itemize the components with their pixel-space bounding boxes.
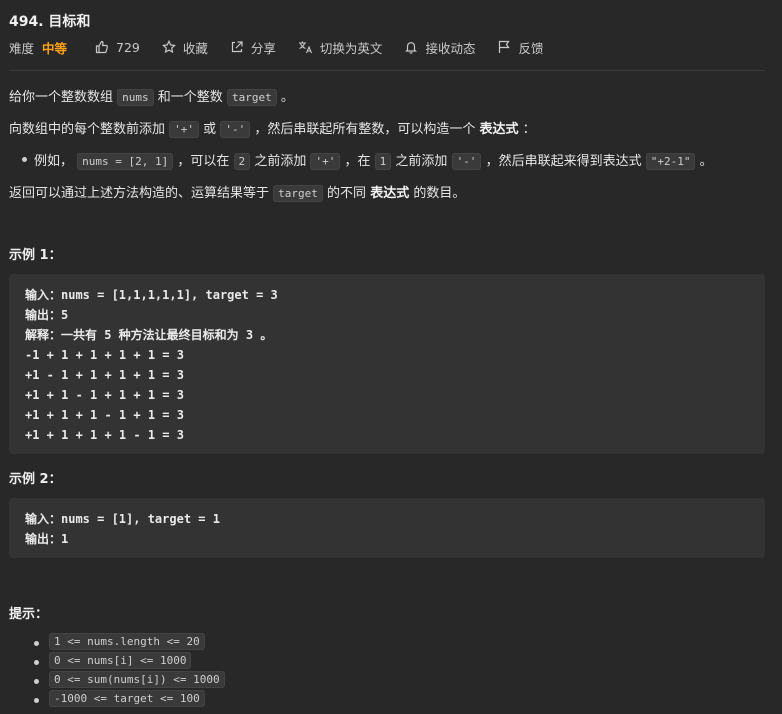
description-paragraph-2: 向数组中的每个整数前添加 '+' 或 '-' ，然后串联起所有整数，可以构造一个… <box>9 118 536 138</box>
notify-label: 接收动态 <box>425 40 476 56</box>
text: 之前添加 <box>254 154 307 169</box>
hint-item: -1000 <= target <= 100 <box>34 690 205 707</box>
switch-language-button[interactable]: 切换为英文 <box>298 38 383 57</box>
code-line: -1 + 1 + 1 + 1 + 1 = 3 <box>25 348 184 362</box>
example-2-heading: 示例 2： <box>9 472 62 487</box>
hint-code: 0 <= sum(nums[i]) <= 1000 <box>49 671 225 688</box>
share-icon <box>230 40 244 54</box>
text: ： <box>522 122 536 137</box>
notify-button[interactable]: 接收动态 <box>404 38 475 57</box>
code-line: +1 - 1 + 1 + 1 + 1 = 3 <box>25 368 184 382</box>
example-2-codeblock: 输入：nums = [1], target = 1 输出：1 <box>9 498 765 558</box>
bold-text: 表达式 <box>370 186 410 201</box>
code-line: 输入：nums = [1,1,1,1,1], target = 3 <box>25 288 278 302</box>
text: 向数组中的每个整数前添加 <box>9 122 166 137</box>
feedback-button[interactable]: 反馈 <box>497 38 543 57</box>
hint-code: -1000 <= target <= 100 <box>49 690 205 707</box>
example-1-codeblock: 输入：nums = [1,1,1,1,1], target = 3 输出：5 解… <box>9 274 765 454</box>
inline-code-minus: '-' <box>220 121 251 138</box>
text: ，然后串联起来得到表达式 <box>485 154 642 169</box>
inline-code-plus: '+' <box>169 121 200 138</box>
code-line: 解释：一共有 5 种方法让最终目标和为 3 。 <box>25 328 273 342</box>
inline-code: "+2-1" <box>645 153 696 170</box>
inline-code-nums: nums <box>117 89 154 106</box>
code-line: 输出：5 <box>25 308 69 322</box>
text: 和一个整数 <box>157 90 223 105</box>
inline-code-target: target <box>226 89 277 106</box>
inline-code: '+' <box>310 153 341 170</box>
bell-icon <box>404 40 418 54</box>
flag-icon <box>497 40 511 54</box>
inline-code-target: target <box>273 185 323 202</box>
code-line: +1 + 1 + 1 - 1 + 1 = 3 <box>25 408 184 422</box>
hint-item: 1 <= nums.length <= 20 <box>34 633 205 650</box>
text: ，在 <box>344 154 371 169</box>
star-icon <box>161 40 176 54</box>
share-label: 分享 <box>250 40 276 56</box>
hint-item: 0 <= nums[i] <= 1000 <box>33 652 192 669</box>
feedback-label: 反馈 <box>518 40 544 56</box>
code-line: 输入：nums = [1], target = 1 <box>25 512 220 526</box>
text: 之前添加 <box>395 154 448 169</box>
inline-code: 2 <box>233 153 251 170</box>
favorite-button[interactable]: 收藏 <box>161 38 208 57</box>
hints-heading: 提示： <box>9 607 49 622</box>
text: 或 <box>203 122 217 137</box>
problem-title: 494. 目标和 <box>9 14 91 30</box>
inline-code: nums = [2, 1] <box>77 153 174 170</box>
thumbs-up-icon <box>95 40 109 54</box>
translate-icon <box>298 40 313 54</box>
code-line: 输出：1 <box>25 532 69 546</box>
text: 。 <box>280 90 294 105</box>
header-divider <box>9 70 765 71</box>
share-button[interactable]: 分享 <box>230 38 276 57</box>
problem-meta-bar: 难度 中等 729 收藏 分享 切换为英文 接收动态 反馈 <box>9 38 565 56</box>
text: 返回可以通过上述方法构造的、运算结果等于 <box>9 186 270 201</box>
favorite-label: 收藏 <box>182 40 208 56</box>
text: ，然后串联起所有整数，可以构造一个 <box>254 122 476 137</box>
text: 的数目。 <box>413 186 466 201</box>
code-line: +1 + 1 - 1 + 1 + 1 = 3 <box>25 388 184 402</box>
description-paragraph-1: 给你一个整数数组 nums 和一个整数 target 。 <box>9 86 294 106</box>
hint-code: 0 <= nums[i] <= 1000 <box>49 652 192 669</box>
difficulty-label: 难度 <box>9 40 35 56</box>
code-line: +1 + 1 + 1 + 1 - 1 = 3 <box>25 428 184 442</box>
text: 的不同 <box>327 186 367 201</box>
difficulty-badge: 中等 <box>42 40 68 56</box>
text: 。 <box>699 154 713 169</box>
description-paragraph-3: 返回可以通过上述方法构造的、运算结果等于 target 的不同 表达式 的数目。 <box>9 182 466 202</box>
switch-language-label: 切换为英文 <box>319 40 383 56</box>
inline-code: 1 <box>374 153 392 170</box>
example-bullet: 例如， nums = [2, 1] ，可以在 2 之前添加 '+' ，在 1 之… <box>22 150 713 170</box>
example-1-heading: 示例 1： <box>9 248 62 263</box>
inline-code: '-' <box>451 153 482 170</box>
bold-text: 表达式 <box>479 122 519 137</box>
like-button[interactable]: 729 <box>95 40 140 55</box>
hint-item: 0 <= sum(nums[i]) <= 1000 <box>34 671 225 688</box>
text: 例如， <box>34 154 74 169</box>
text: 给你一个整数数组 <box>9 90 114 105</box>
text: ，可以在 <box>177 154 230 169</box>
like-count: 729 <box>116 39 140 55</box>
hint-code: 1 <= nums.length <= 20 <box>49 633 205 650</box>
